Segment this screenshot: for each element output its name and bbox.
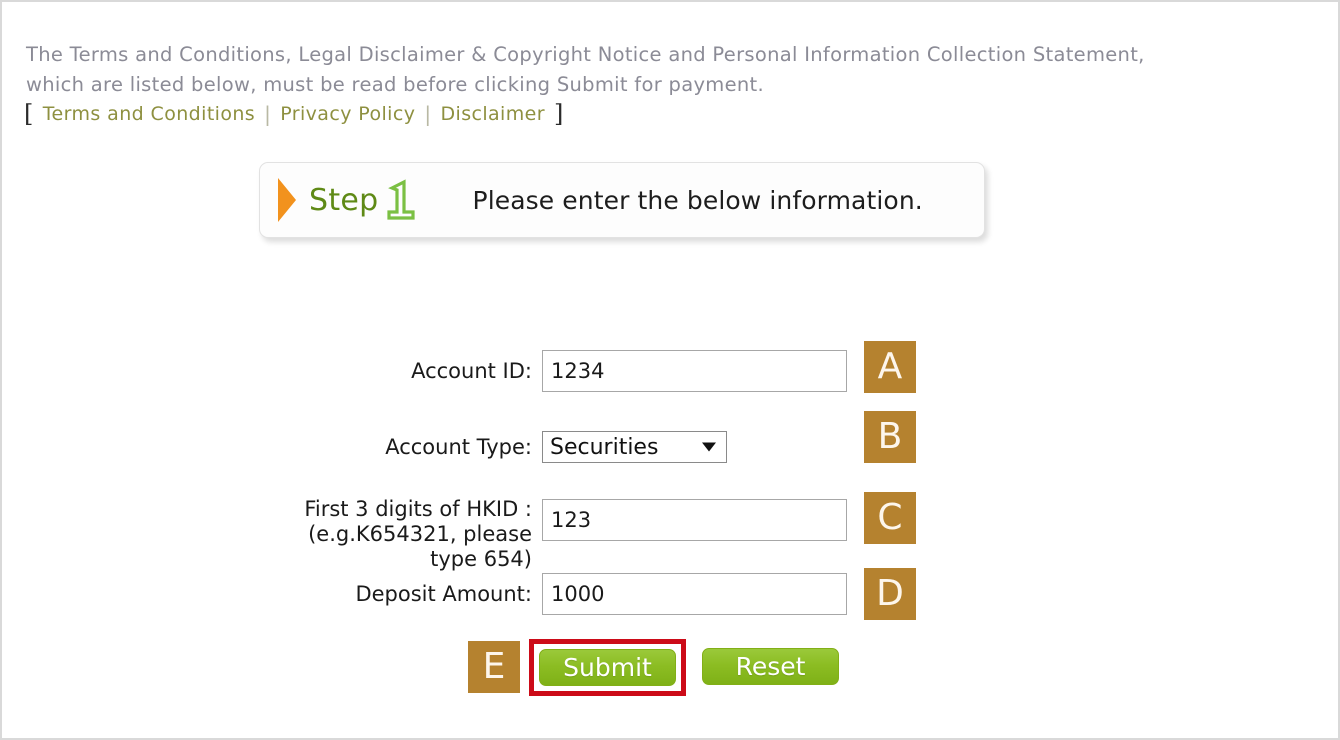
page-container: The Terms and Conditions, Legal Disclaim… bbox=[0, 0, 1340, 740]
label-account-type: Account Type: bbox=[385, 435, 532, 459]
orange-arrow-icon bbox=[278, 178, 296, 222]
field-row-account-id: Account ID: bbox=[257, 350, 847, 392]
input-deposit-amount[interactable] bbox=[542, 573, 847, 615]
badge-e: E bbox=[468, 641, 520, 693]
select-account-type-value: Securities bbox=[550, 434, 659, 460]
step-label: Step bbox=[309, 182, 379, 218]
step-number-one-icon bbox=[386, 179, 415, 220]
label-account-id: Account ID: bbox=[411, 359, 532, 383]
badge-d: D bbox=[864, 568, 916, 620]
field-row-deposit-amount: Deposit Amount: bbox=[257, 573, 847, 615]
input-account-id[interactable] bbox=[542, 350, 847, 392]
reset-button[interactable]: Reset bbox=[702, 648, 839, 685]
link-disclaimer[interactable]: Disclaimer bbox=[438, 103, 546, 125]
link-separator-1: | bbox=[264, 102, 272, 126]
link-separator-2: | bbox=[424, 102, 432, 126]
legal-links-row: [ Terms and Conditions | Privacy Policy … bbox=[24, 102, 564, 126]
bracket-open: [ bbox=[24, 100, 34, 128]
link-privacy-policy[interactable]: Privacy Policy bbox=[278, 103, 417, 125]
terms-notice-text: The Terms and Conditions, Legal Disclaim… bbox=[26, 43, 1145, 96]
input-hkid[interactable] bbox=[542, 499, 847, 541]
label-deposit-amount: Deposit Amount: bbox=[355, 582, 532, 606]
badge-c: C bbox=[864, 492, 916, 544]
bracket-close: ] bbox=[553, 100, 564, 128]
select-account-type[interactable]: Securities bbox=[542, 431, 727, 463]
badge-a: A bbox=[864, 341, 916, 393]
badge-b: B bbox=[864, 411, 916, 463]
step-instruction: Please enter the below information. bbox=[472, 185, 923, 215]
submit-highlight-box: Submit bbox=[529, 639, 686, 696]
step-banner: Step Please enter the below information. bbox=[259, 162, 985, 238]
submit-button[interactable]: Submit bbox=[539, 649, 676, 686]
field-row-account-type: Account Type: Securities bbox=[257, 431, 727, 463]
link-terms-and-conditions[interactable]: Terms and Conditions bbox=[41, 103, 257, 125]
chevron-down-icon bbox=[702, 442, 716, 452]
label-hkid: First 3 digits of HKID : (e.g.K654321, p… bbox=[304, 497, 532, 571]
field-row-hkid: First 3 digits of HKID : (e.g.K654321, p… bbox=[257, 497, 847, 572]
